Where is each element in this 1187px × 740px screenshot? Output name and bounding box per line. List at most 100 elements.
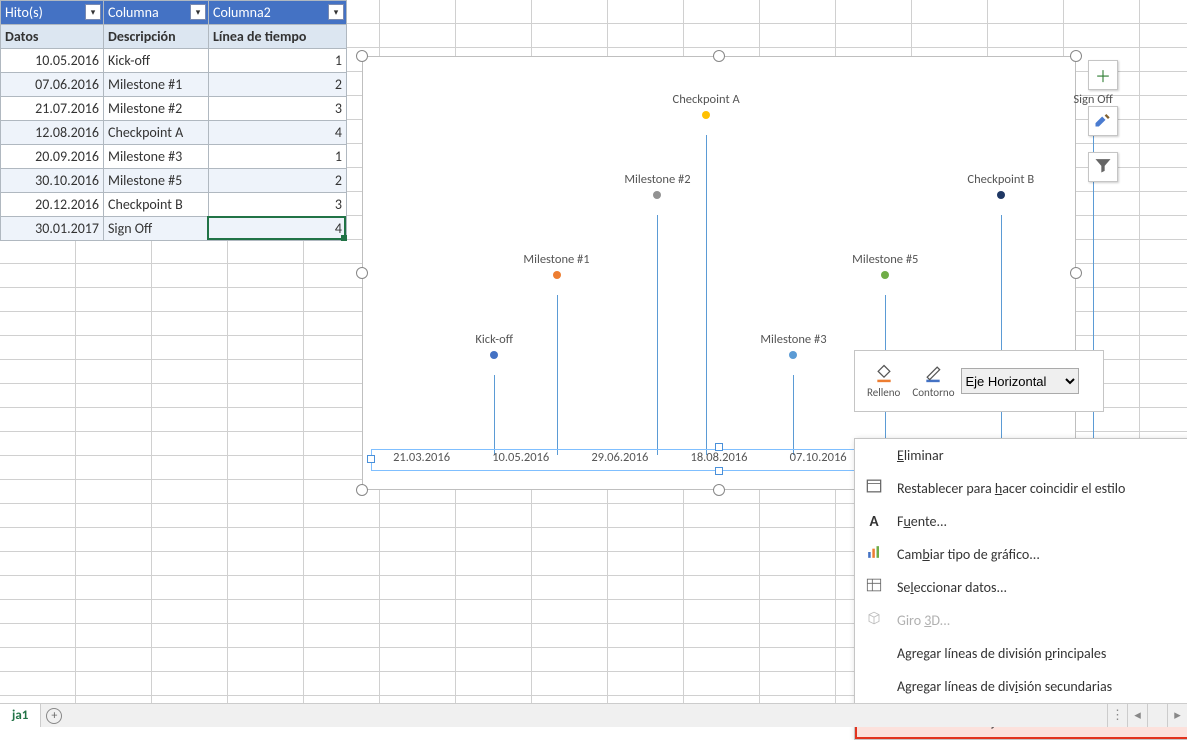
table-row[interactable]: 20.12.2016Checkpoint B3 (1, 193, 347, 217)
cell[interactable]: 4 (209, 217, 347, 241)
axis-handle[interactable] (367, 455, 375, 463)
sheet-tab[interactable]: ja1 (0, 704, 41, 727)
axis-handle[interactable] (715, 443, 723, 451)
dots-icon[interactable]: ⋮ (1107, 704, 1127, 727)
font-icon: A (861, 513, 887, 531)
col-header-columna[interactable]: Columna▾ (104, 1, 209, 25)
cell[interactable]: 1 (209, 49, 347, 73)
chart-resize-handle[interactable] (356, 484, 368, 496)
axis-handle[interactable] (715, 467, 723, 475)
chart-resize-handle[interactable] (713, 484, 725, 496)
chart-marker[interactable] (789, 351, 797, 359)
axis-selector[interactable]: Eje Horizontal (961, 368, 1079, 394)
ctx-major-gridlines[interactable]: Agregar líneas de división principales (855, 637, 1187, 670)
filter-dropdown-icon[interactable]: ▾ (85, 4, 101, 20)
scroll-left-icon[interactable]: ◂ (1127, 704, 1147, 727)
mini-toolbar: Relleno Contorno Eje Horizontal (854, 350, 1104, 412)
cell[interactable]: 3 (209, 97, 347, 121)
cell[interactable]: 20.09.2016 (1, 145, 104, 169)
x-tick: 10.05.2016 (471, 450, 570, 470)
cell[interactable]: 2 (209, 169, 347, 193)
cube-icon (861, 608, 887, 633)
table-row[interactable]: 12.08.2016Checkpoint A4 (1, 121, 347, 145)
chart-resize-handle[interactable] (356, 267, 368, 279)
chart-data-label: Milestone #2 (624, 172, 690, 187)
chart-data-label: Checkpoint A (673, 92, 740, 107)
chart-stem (793, 375, 794, 455)
chart-marker[interactable] (553, 271, 561, 279)
ctx-select-data[interactable]: Seleccionar datos... (855, 571, 1187, 604)
chart-stem (1001, 215, 1002, 455)
x-tick: 07.10.2016 (769, 450, 868, 470)
subheader[interactable]: Descripción (104, 25, 209, 49)
cell[interactable]: 30.10.2016 (1, 169, 104, 193)
filter-dropdown-icon[interactable]: ▾ (328, 4, 344, 20)
subheader[interactable]: Datos (1, 25, 104, 49)
plus-circle-icon: + (46, 708, 62, 724)
cell[interactable]: Kick-off (104, 49, 209, 73)
sheet-tab-bar: ja1 + ⋮ ◂ ▸ (0, 703, 1187, 727)
chart-marker[interactable] (702, 111, 710, 119)
cell[interactable]: 1 (209, 145, 347, 169)
cell[interactable]: Checkpoint A (104, 121, 209, 145)
table-row[interactable]: 30.01.2017Sign Off4 (1, 217, 347, 241)
cell[interactable]: Milestone #3 (104, 145, 209, 169)
ctx-reset-style[interactable]: Restablecer para hacer coincidir el esti… (855, 472, 1187, 505)
cell[interactable]: 21.07.2016 (1, 97, 104, 121)
cell[interactable]: Milestone #5 (104, 169, 209, 193)
scroll-right-icon[interactable]: ▸ (1167, 704, 1187, 727)
chart-stem (706, 135, 707, 455)
table-row[interactable]: 10.05.2016Kick-off1 (1, 49, 347, 73)
chart-filter-button[interactable] (1088, 152, 1118, 182)
chart-marker[interactable] (653, 191, 661, 199)
table-header-row: Hito(s)▾ Columna▾ Columna2▾ (1, 1, 347, 25)
table-row[interactable]: 30.10.2016Milestone #52 (1, 169, 347, 193)
chart-resize-handle[interactable] (356, 50, 368, 62)
cell[interactable]: 4 (209, 121, 347, 145)
chart-data-label: Sign Off (1073, 92, 1112, 107)
cell[interactable]: 2 (209, 73, 347, 97)
chart-resize-handle[interactable] (1070, 267, 1082, 279)
chart-data-label: Milestone #5 (852, 252, 918, 267)
chart-type-icon (861, 542, 887, 567)
chart-object[interactable]: Kick-offMilestone #1Milestone #2Checkpoi… (362, 56, 1076, 490)
ctx-font[interactable]: A Fuente... (855, 505, 1187, 538)
table-row[interactable]: 21.07.2016Milestone #23 (1, 97, 347, 121)
cell[interactable]: Checkpoint B (104, 193, 209, 217)
fill-button[interactable]: Relleno (861, 363, 906, 399)
cell[interactable]: Milestone #2 (104, 97, 209, 121)
ctx-change-chart-type[interactable]: Cambiar tipo de gráfico... (855, 538, 1187, 571)
outline-label: Contorno (912, 386, 954, 399)
select-data-icon (861, 575, 887, 600)
chart-marker[interactable] (997, 191, 1005, 199)
table-row[interactable]: 07.06.2016Milestone #12 (1, 73, 347, 97)
col-header-columna2[interactable]: Columna2▾ (209, 1, 347, 25)
chart-marker[interactable] (490, 351, 498, 359)
chart-resize-handle[interactable] (713, 50, 725, 62)
cell[interactable]: 3 (209, 193, 347, 217)
chart-styles-button[interactable] (1088, 106, 1118, 136)
cell[interactable]: Milestone #1 (104, 73, 209, 97)
cell[interactable]: 10.05.2016 (1, 49, 104, 73)
col-header-hitos[interactable]: Hito(s)▾ (1, 1, 104, 25)
cell[interactable]: 07.06.2016 (1, 73, 104, 97)
chart-marker[interactable] (881, 271, 889, 279)
chart-elements-button[interactable]: ＋ (1088, 60, 1118, 90)
subheader[interactable]: Línea de tiempo (209, 25, 347, 49)
cell[interactable]: 12.08.2016 (1, 121, 104, 145)
table-row[interactable]: 20.09.2016Milestone #31 (1, 145, 347, 169)
ctx-delete[interactable]: Eliminar (855, 439, 1187, 472)
chart-data-label: Checkpoint B (967, 172, 1034, 187)
chart-stem (557, 295, 558, 455)
new-sheet-button[interactable]: + (41, 704, 67, 727)
h-scrollbar[interactable] (1147, 704, 1167, 727)
plus-icon: ＋ (1095, 63, 1111, 87)
cell[interactable]: 20.12.2016 (1, 193, 104, 217)
chart-resize-handle[interactable] (1070, 50, 1082, 62)
table-subheader-row: Datos Descripción Línea de tiempo (1, 25, 347, 49)
outline-button[interactable]: Contorno (906, 363, 960, 399)
ctx-minor-gridlines[interactable]: Agregar líneas de división secundarias (855, 670, 1187, 703)
cell[interactable]: Sign Off (104, 217, 209, 241)
cell[interactable]: 30.01.2017 (1, 217, 104, 241)
filter-dropdown-icon[interactable]: ▾ (190, 4, 206, 20)
